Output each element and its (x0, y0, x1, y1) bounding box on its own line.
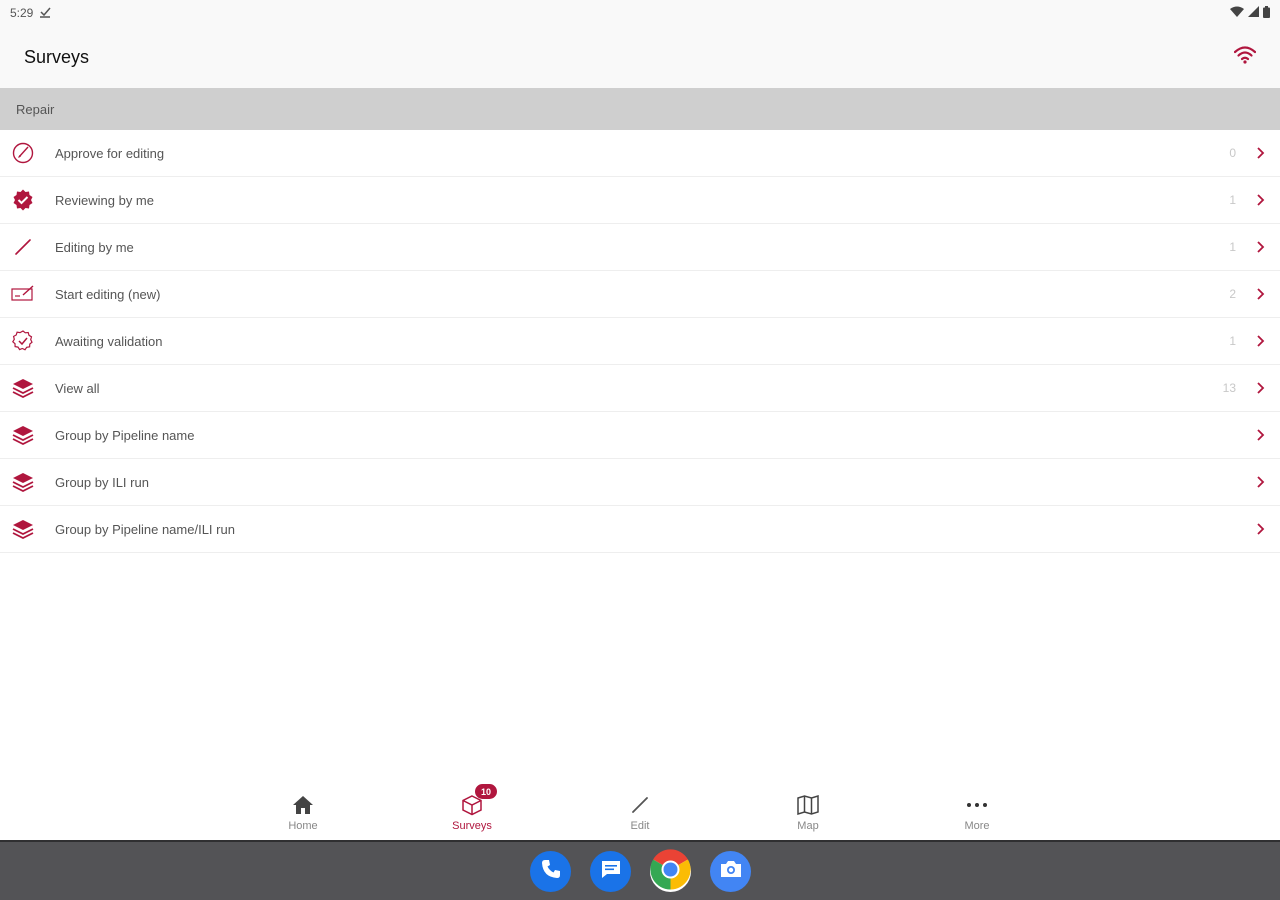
nav-more[interactable]: More (937, 792, 1017, 832)
nav-surveys[interactable]: 10 Surveys (432, 784, 512, 832)
chevron-right-icon (1254, 475, 1268, 489)
chevron-right-icon (1254, 193, 1268, 207)
list-item-label: Group by Pipeline name/ILI run (55, 521, 235, 537)
chrome-app-button[interactable] (650, 848, 691, 895)
chevron-right-icon (1254, 287, 1268, 301)
download-done-icon (39, 6, 51, 21)
nav-label: Home (288, 820, 318, 832)
battery-icon (1263, 5, 1270, 21)
list-item-count: 2 (1229, 287, 1236, 301)
verified-badge-icon (11, 188, 35, 212)
chevron-right-icon (1254, 522, 1268, 536)
app-bar: Surveys (0, 26, 1280, 88)
list-item-label: Approve for editing (55, 145, 165, 161)
connectivity-button[interactable] (1232, 44, 1258, 70)
phone-icon (540, 858, 562, 885)
list-item-count: 1 (1229, 334, 1236, 348)
list-item-count: 1 (1229, 240, 1236, 254)
list-item-label: Editing by me (55, 239, 134, 255)
cell-signal-icon (1248, 6, 1259, 20)
check-circle-icon (11, 329, 35, 353)
chrome-icon (650, 848, 691, 895)
list-item-label: Awaiting validation (55, 333, 163, 349)
list-item-start-editing-new[interactable]: Start editing (new) 2 (0, 271, 1280, 318)
survey-filter-list: Approve for editing 0 Reviewing by me 1 … (0, 130, 1280, 553)
list-item-count: 1 (1229, 193, 1236, 207)
bottom-nav: Home 10 Surveys Edit Map More (0, 782, 1280, 840)
list-item-label: Start editing (new) (55, 286, 161, 302)
chevron-right-icon (1254, 381, 1268, 395)
home-icon (290, 792, 316, 818)
layers-icon (11, 376, 35, 400)
nav-home[interactable]: Home (263, 792, 343, 832)
message-icon (599, 858, 623, 885)
pencil-icon (11, 235, 35, 259)
wifi-status-icon (1230, 6, 1244, 21)
layers-icon (11, 517, 35, 541)
list-item-label: View all (55, 380, 100, 396)
nav-label: Map (797, 820, 819, 832)
status-time: 5:29 (10, 6, 34, 20)
list-item-label: Reviewing by me (55, 192, 154, 208)
camera-app-button[interactable] (710, 851, 751, 892)
system-dock (0, 840, 1280, 900)
list-item-label: Group by Pipeline name (55, 427, 195, 443)
nav-label: Edit (630, 820, 650, 832)
messages-app-button[interactable] (590, 851, 631, 892)
surveys-badge: 10 (475, 784, 497, 799)
nav-label: Surveys (452, 820, 492, 832)
list-item-group-by-ili-run[interactable]: Group by ILI run (0, 459, 1280, 506)
list-item-awaiting-validation[interactable]: Awaiting validation 1 (0, 318, 1280, 365)
camera-icon (719, 859, 743, 884)
phone-app-button[interactable] (530, 851, 571, 892)
chevron-right-icon (1254, 146, 1268, 160)
layers-icon (11, 470, 35, 494)
list-item-group-by-pipeline-name-ili-run[interactable]: Group by Pipeline name/ILI run (0, 506, 1280, 553)
list-item-group-by-pipeline-name[interactable]: Group by Pipeline name (0, 412, 1280, 459)
section-header-repair: Repair (0, 88, 1280, 130)
list-item-count: 13 (1222, 381, 1236, 395)
chevron-right-icon (1254, 240, 1268, 254)
nav-map[interactable]: Map (768, 792, 848, 832)
page-title: Surveys (24, 46, 90, 67)
pencil-icon (627, 792, 653, 818)
chevron-right-icon (1254, 428, 1268, 442)
layers-icon (11, 423, 35, 447)
status-bar: 5:29 (0, 0, 1280, 26)
list-item-editing-by-me[interactable]: Editing by me 1 (0, 224, 1280, 271)
list-item-view-all[interactable]: View all 13 (0, 365, 1280, 412)
list-item-approve-for-editing[interactable]: Approve for editing 0 (0, 130, 1280, 177)
wifi-icon (1233, 45, 1257, 69)
list-item-count: 0 (1229, 146, 1236, 160)
nav-edit[interactable]: Edit (600, 792, 680, 832)
list-item-label: Group by ILI run (55, 474, 149, 490)
map-icon (795, 792, 821, 818)
section-label: Repair (16, 101, 55, 117)
signature-icon (11, 282, 35, 306)
chevron-right-icon (1254, 334, 1268, 348)
list-item-reviewing-by-me[interactable]: Reviewing by me 1 (0, 177, 1280, 224)
box-icon: 10 (459, 784, 497, 818)
nav-label: More (964, 820, 990, 832)
more-dots-icon (964, 792, 990, 818)
approve-edit-icon (11, 141, 35, 165)
